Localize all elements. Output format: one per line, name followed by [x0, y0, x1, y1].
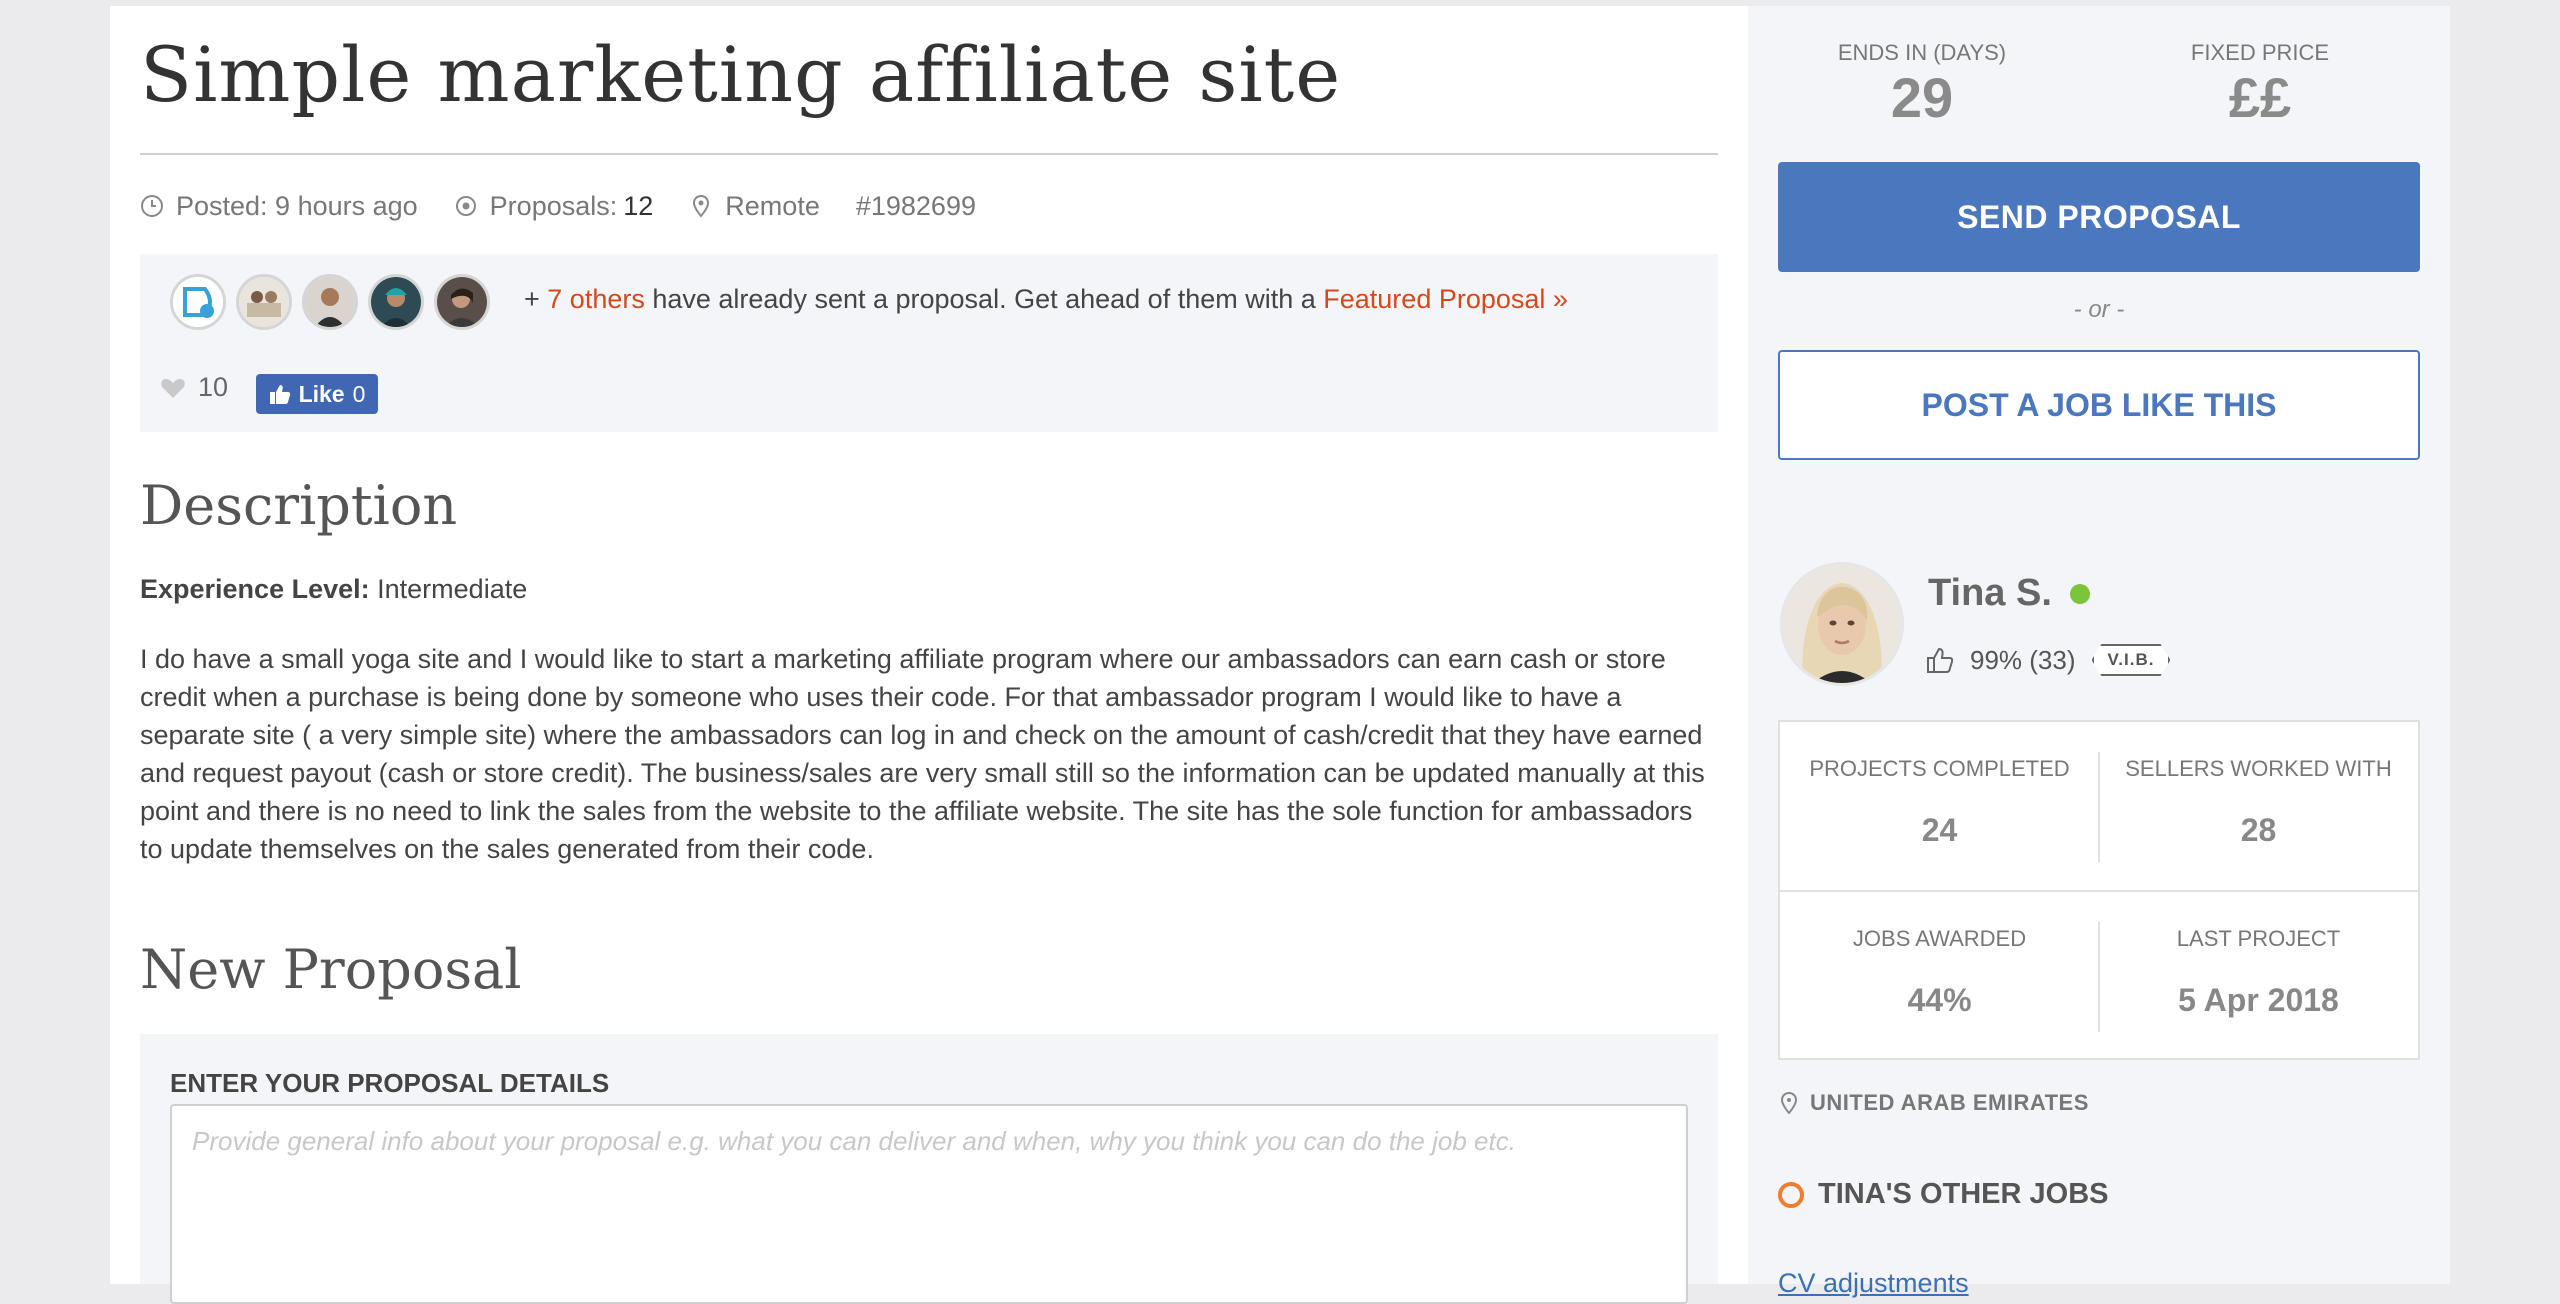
job-id: #1982699	[855, 190, 976, 221]
client-location: UNITED ARAB EMIRATES	[1780, 1090, 2089, 1116]
likes-count: 10	[198, 372, 229, 402]
title-divider	[140, 153, 1718, 155]
fixed-price-value: ££	[2228, 66, 2292, 129]
proposal-form: ENTER YOUR PROPOSAL DETAILS	[140, 1034, 1718, 1304]
location-info: Remote	[689, 191, 820, 222]
stat-label: SELLERS WORKED WITH	[2125, 756, 2392, 781]
proposal-details-input[interactable]	[170, 1104, 1688, 1304]
stat-sellers-worked-with: SELLERS WORKED WITH 28	[2099, 722, 2418, 891]
target-icon	[454, 194, 478, 218]
proposals-label: Proposals:	[489, 190, 618, 221]
or-separator: - or -	[2073, 296, 2125, 323]
proposer-avatars	[170, 274, 500, 330]
proposer-avatar[interactable]	[302, 274, 358, 330]
map-pin-icon	[1780, 1092, 1798, 1114]
stat-jobs-awarded: JOBS AWARDED 44%	[1780, 892, 2099, 1061]
job-title: Simple marketing affiliate site	[140, 30, 1342, 119]
send-proposal-button[interactable]: SEND PROPOSAL	[1778, 162, 2420, 272]
thumbs-up-outline-icon	[1926, 646, 1954, 674]
ends-in-value: 29	[1890, 66, 1954, 129]
stat-label: PROJECTS COMPLETED	[1809, 756, 2070, 781]
proposals-count: 12	[623, 190, 654, 221]
clock-icon	[140, 194, 164, 218]
stats-divider	[2098, 922, 2100, 1032]
experience-value: Intermediate	[377, 574, 528, 604]
proposer-avatar[interactable]	[434, 274, 490, 330]
proposal-details-label: ENTER YOUR PROPOSAL DETAILS	[170, 1068, 610, 1098]
job-meta: Posted: 9 hours ago Proposals: 12 Remote…	[140, 188, 1012, 224]
proposer-avatar[interactable]	[236, 274, 292, 330]
other-jobs-heading: TINA'S OTHER JOBS	[1778, 1178, 2108, 1211]
heart-icon[interactable]	[160, 376, 186, 400]
stat-value: 5 Apr 2018	[2178, 982, 2339, 1018]
description-body: I do have a small yoga site and I would …	[140, 644, 1705, 864]
map-pin-icon	[689, 194, 713, 218]
others-link[interactable]: 7 others	[547, 284, 645, 314]
stats-divider	[2098, 752, 2100, 862]
fixed-price-label: FIXED PRICE	[2190, 40, 2330, 65]
ends-in-label: ENDS IN (DAYS)	[1837, 40, 2007, 65]
client-name[interactable]: Tina S.	[1928, 572, 2052, 615]
experience-level: Experience Level: Intermediate	[140, 574, 527, 605]
client-stats-grid: PROJECTS COMPLETED 24 SELLERS WORKED WIT…	[1778, 720, 2420, 1060]
stat-projects-completed: PROJECTS COMPLETED 24	[1780, 722, 2099, 891]
like-counter[interactable]: 10	[160, 372, 228, 403]
posted-text: Posted: 9 hours ago	[176, 190, 418, 221]
featured-proposal-link[interactable]: Featured Proposal »	[1323, 284, 1568, 314]
stat-last-project: LAST PROJECT 5 Apr 2018	[2099, 892, 2418, 1061]
proposer-avatar[interactable]	[368, 274, 424, 330]
stat-label: LAST PROJECT	[2176, 926, 2341, 951]
fixed-price-stat: FIXED PRICE ££	[2110, 40, 2410, 128]
promo-prefix: +	[524, 284, 548, 314]
proposals-info: Proposals: 12	[454, 190, 654, 222]
proposal-promo-box: + 7 others have already sent a proposal.…	[140, 254, 1718, 432]
fb-like-label: Like	[298, 380, 345, 407]
promo-middle: have already sent a proposal. Get ahead …	[644, 284, 1324, 314]
other-jobs-title: TINA'S OTHER JOBS	[1818, 1178, 2109, 1210]
vib-badge: V.I.B.	[2092, 644, 2171, 676]
location-text: Remote	[725, 190, 820, 221]
client-name-row: Tina S.	[1928, 572, 2090, 615]
facebook-like-button[interactable]: Like 0	[256, 374, 378, 414]
stat-label: JOBS AWARDED	[1852, 926, 2027, 951]
stat-value: 24	[1921, 812, 1958, 848]
ends-in-stat: ENDS IN (DAYS) 29	[1772, 40, 2072, 128]
thumbs-up-icon	[269, 383, 291, 405]
new-proposal-heading: New Proposal	[140, 938, 522, 1001]
fb-like-count: 0	[352, 380, 366, 407]
online-status-icon	[2069, 583, 2090, 604]
post-job-like-this-button[interactable]: POST A JOB LIKE THIS	[1778, 350, 2420, 460]
rating-text: 99% (33)	[1970, 644, 2076, 675]
posted-info: Posted: 9 hours ago	[140, 191, 418, 222]
client-avatar[interactable]	[1780, 562, 1904, 686]
stats-divider	[1780, 890, 2418, 892]
description-heading: Description	[140, 474, 458, 537]
stat-value: 28	[2240, 812, 2277, 848]
experience-label: Experience Level:	[140, 574, 370, 604]
client-rating: 99% (33) V.I.B.	[1926, 644, 2170, 676]
promo-message: + 7 others have already sent a proposal.…	[524, 284, 1568, 315]
stat-value: 44%	[1907, 982, 1972, 1018]
proposer-avatar[interactable]	[170, 274, 226, 330]
client-location-text: UNITED ARAB EMIRATES	[1810, 1090, 2089, 1115]
ring-icon	[1778, 1181, 1804, 1208]
